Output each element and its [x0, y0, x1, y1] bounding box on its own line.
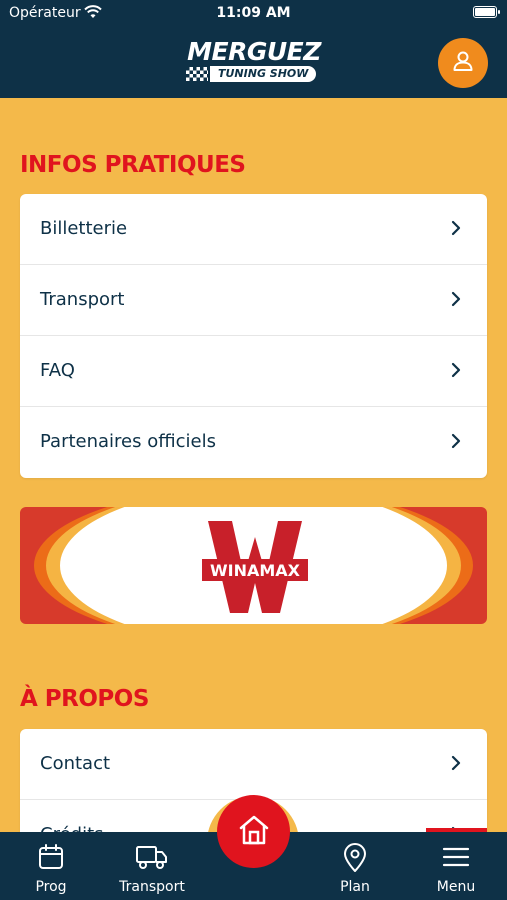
tab-transport[interactable]: Transport [106, 832, 198, 900]
list-item-label: Billetterie [40, 218, 128, 239]
user-icon [451, 49, 475, 77]
partner-banner-winamax[interactable]: WINAMAX [20, 507, 487, 624]
list-item-label: Transport [40, 289, 125, 310]
list-item-faq[interactable]: FAQ [20, 336, 487, 407]
home-icon [237, 813, 271, 851]
list-item-contact[interactable]: Contact [20, 729, 487, 800]
list-item-transport[interactable]: Transport [20, 265, 487, 336]
profile-button[interactable] [438, 38, 488, 88]
list-item-label: FAQ [40, 360, 75, 381]
chevron-right-icon [451, 433, 461, 453]
merguez-logo: MERGUEZ TUNING SHOW [184, 38, 324, 86]
truck-icon [135, 843, 169, 875]
status-bar: Opérateur 11:09 AM [0, 0, 507, 28]
list-item-label: Contact [40, 753, 111, 774]
tab-prog[interactable]: Prog [5, 832, 97, 900]
tab-label: Prog [35, 879, 67, 895]
tab-label: Plan [340, 879, 370, 895]
infos-pratiques-list: Billetterie Transport FAQ Partenaires of… [20, 194, 487, 478]
menu-icon [442, 843, 470, 875]
chevron-right-icon [451, 220, 461, 240]
chevron-right-icon [451, 362, 461, 382]
battery-icon [473, 6, 500, 18]
calendar-icon [37, 843, 65, 875]
logo-sub-text: TUNING SHOW [210, 66, 317, 82]
tab-label: Menu [436, 879, 476, 895]
logo-main-text: MERGUEZ [187, 37, 321, 66]
home-button[interactable] [217, 795, 290, 868]
winamax-logo-text: WINAMAX [210, 561, 301, 580]
map-pin-icon [342, 843, 368, 877]
section-title-a-propos: À PROPOS [20, 686, 149, 712]
chevron-right-icon [451, 755, 461, 775]
winamax-logo: WINAMAX [200, 517, 310, 621]
chevron-right-icon [451, 291, 461, 311]
tab-menu[interactable]: Menu [410, 832, 502, 900]
checkered-flag-icon [186, 67, 208, 81]
section-title-infos-pratiques: INFOS PRATIQUES [20, 152, 246, 178]
tab-label: Transport [119, 879, 185, 895]
app-header: MERGUEZ TUNING SHOW [0, 28, 507, 98]
tab-plan[interactable]: Plan [309, 832, 401, 900]
list-item-partenaires[interactable]: Partenaires officiels [20, 407, 487, 478]
list-item-label: Partenaires officiels [40, 431, 216, 452]
clock: 11:09 AM [216, 5, 291, 21]
list-item-billetterie[interactable]: Billetterie [20, 194, 487, 265]
